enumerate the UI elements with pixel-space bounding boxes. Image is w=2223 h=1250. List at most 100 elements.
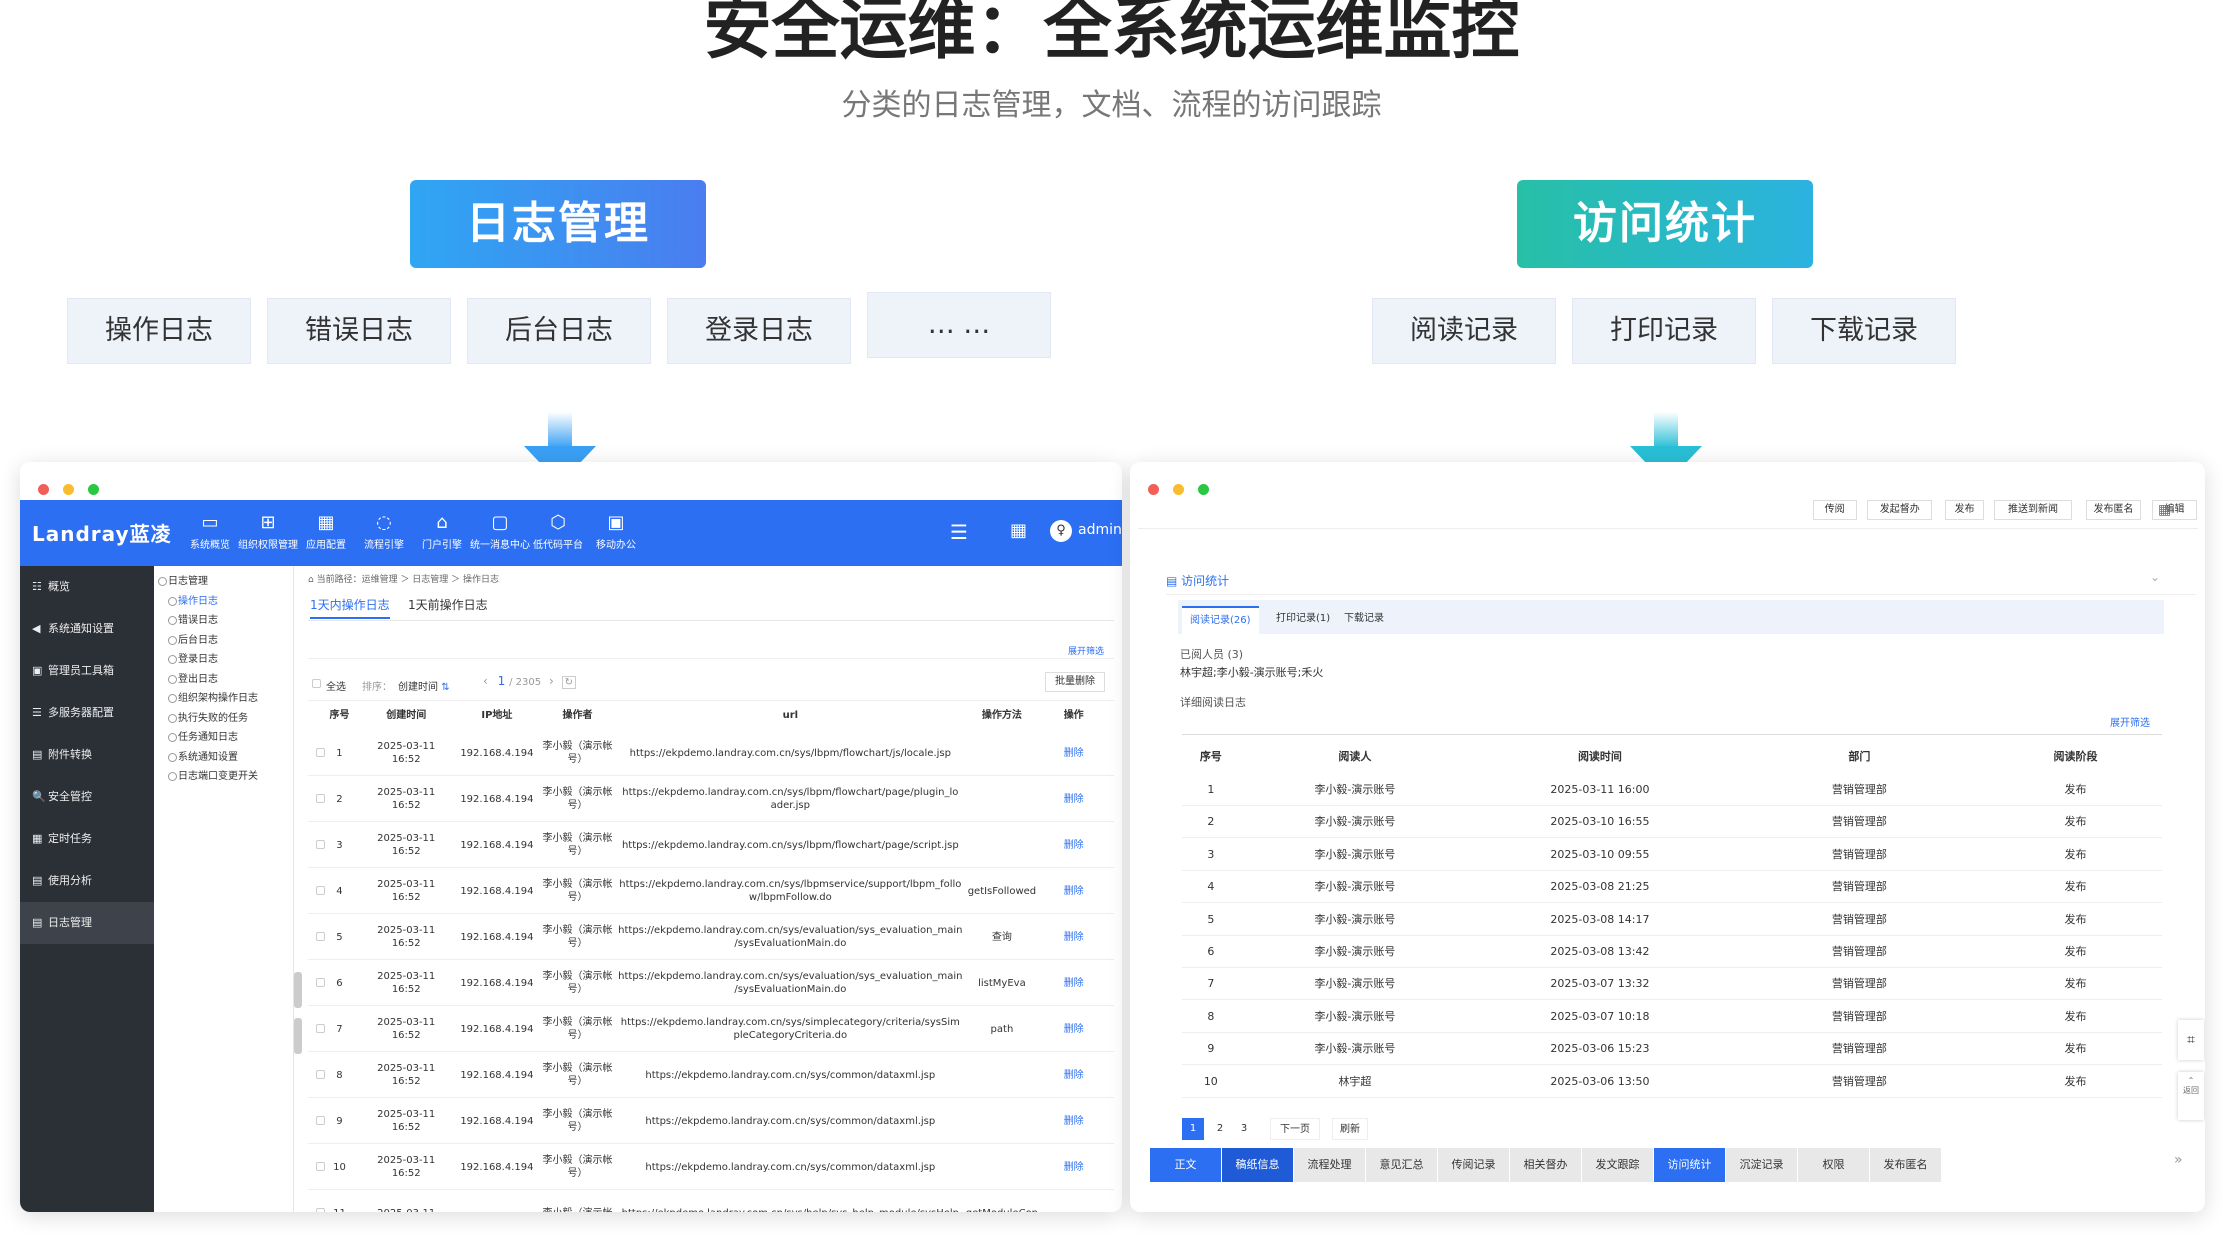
expand-filter-link[interactable]: 展开筛选 — [1068, 644, 1104, 657]
bottom-tab[interactable]: 权限 — [1798, 1148, 1870, 1182]
tree-node[interactable]: 组织架构操作日志 — [154, 689, 293, 709]
delete-link[interactable]: 删除 — [1049, 822, 1099, 868]
bottom-tab[interactable]: 沉淀记录 — [1726, 1148, 1798, 1182]
home-icon[interactable]: ⌂ — [308, 575, 317, 585]
tab-1day[interactable]: 1天内操作日志 — [310, 596, 390, 619]
tree-node-label: 登出日志 — [178, 673, 218, 685]
collapse-handle[interactable] — [294, 972, 302, 1008]
delete-link[interactable]: 删除 — [1049, 1006, 1099, 1052]
next-page-icon[interactable]: › — [549, 674, 554, 688]
tree-node[interactable]: 错误日志 — [154, 611, 293, 631]
select-all-checkbox[interactable] — [312, 679, 321, 688]
tree-node[interactable]: 操作日志 — [154, 592, 293, 612]
sidebar-item[interactable]: ▤ 附件转换 — [20, 734, 154, 776]
refresh-icon[interactable]: ↻ — [561, 676, 576, 689]
row-checkbox[interactable] — [316, 886, 325, 895]
tree-node[interactable]: 任务通知日志 — [154, 728, 293, 748]
row-checkbox[interactable] — [316, 978, 325, 987]
bottom-tab[interactable]: 发文跟踪 — [1582, 1148, 1654, 1182]
toolbar-button[interactable]: 发布 — [1945, 500, 1985, 520]
row-checkbox[interactable] — [316, 1208, 325, 1212]
row-checkbox[interactable] — [316, 840, 325, 849]
sidebar-item[interactable]: ▤ 使用分析 — [20, 860, 154, 902]
maximize-dot-icon[interactable] — [88, 484, 99, 495]
toolbar-button[interactable]: 传阅 — [1812, 500, 1857, 520]
username[interactable]: admin — [1078, 522, 1122, 538]
delete-link[interactable]: 删除 — [1049, 1144, 1099, 1190]
toolbar-button[interactable]: 发起督办 — [1867, 500, 1933, 520]
sidebar-item[interactable]: ☰ 多服务器配置 — [20, 692, 154, 734]
menu-icon[interactable]: ☰ — [950, 520, 968, 544]
pager-button[interactable]: 下一页 — [1270, 1118, 1320, 1140]
bottom-tab[interactable]: 相关督办 — [1510, 1148, 1582, 1182]
row-checkbox[interactable] — [316, 748, 325, 757]
pager-button[interactable]: 1 — [1182, 1118, 1204, 1140]
bottom-tab[interactable]: 正文 — [1150, 1148, 1222, 1182]
tree-node[interactable]: 登出日志 — [154, 670, 293, 690]
tree-node[interactable]: 后台日志 — [154, 631, 293, 651]
chevron-down-icon[interactable]: ⌄ — [2150, 570, 2160, 584]
pager-button[interactable]: 2 — [1210, 1118, 1230, 1140]
sort-field[interactable]: 创建时间 ⇅ — [398, 678, 450, 693]
delete-link[interactable]: 删除 — [1049, 1098, 1099, 1144]
pager-button[interactable]: 3 — [1234, 1118, 1254, 1140]
qrcode-icon[interactable]: ⌗ — [2178, 1020, 2204, 1060]
close-dot-icon[interactable] — [1148, 484, 1159, 495]
bottom-tab[interactable]: 意见汇总 — [1366, 1148, 1438, 1182]
sidebar-item[interactable]: ▤ 日志管理 — [20, 902, 154, 944]
bottom-tab[interactable]: 传阅记录 — [1438, 1148, 1510, 1182]
tree-node[interactable]: 日志端口变更开关 — [154, 767, 293, 787]
maximize-dot-icon[interactable] — [1198, 484, 1209, 495]
expand-filter-link[interactable]: 展开筛选 — [2110, 714, 2150, 729]
ip-address: 192.168.4.194 — [459, 1144, 535, 1190]
delete-link[interactable]: 删除 — [1049, 868, 1099, 914]
page-current[interactable]: 1 — [498, 674, 506, 688]
close-dot-icon[interactable] — [38, 484, 49, 495]
row-checkbox[interactable] — [316, 794, 325, 803]
row-checkbox[interactable] — [316, 1162, 325, 1171]
sidebar-item[interactable]: ▦ 定时任务 — [20, 818, 154, 860]
tree-node-label: 错误日志 — [178, 615, 218, 626]
tree-node[interactable]: 执行失败的任务 — [154, 709, 293, 729]
sidebar-item[interactable]: ▣ 管理员工具箱 — [20, 650, 154, 692]
row-checkbox[interactable] — [316, 1070, 325, 1079]
tree-node[interactable]: 登录日志 — [154, 650, 293, 670]
nav-item[interactable]: ▣ 移动办公 — [576, 510, 656, 551]
tab-read-records[interactable]: 阅读记录(26) — [1182, 606, 1259, 634]
bottom-tab[interactable]: 发布匿名 — [1870, 1148, 1942, 1182]
tree-node[interactable]: 系统通知设置 — [154, 748, 293, 768]
batch-delete-button[interactable]: 批量删除 — [1045, 672, 1105, 692]
toolbar-button[interactable]: 发布匿名 — [2086, 500, 2141, 520]
row-checkbox[interactable] — [316, 1024, 325, 1033]
row-checkbox[interactable] — [316, 932, 325, 941]
bottom-tab[interactable]: 稿纸信息 — [1222, 1148, 1294, 1182]
avatar[interactable]: ♀ — [1050, 520, 1072, 542]
bottom-tab[interactable]: 流程处理 — [1294, 1148, 1366, 1182]
grid-view-icon[interactable]: ▦ — [2158, 502, 2174, 518]
apps-grid-icon[interactable]: ▦ — [1010, 520, 1027, 541]
pager-button[interactable]: 刷新 — [1332, 1118, 1368, 1140]
delete-link[interactable]: 删除 — [1049, 776, 1099, 822]
delete-link[interactable] — [1049, 1190, 1099, 1212]
minimize-dot-icon[interactable] — [63, 484, 74, 495]
radio-icon — [168, 674, 177, 684]
sidebar-item[interactable]: ◀ 系统通知设置 — [20, 608, 154, 650]
sidebar-item[interactable]: 🔍 安全管控 — [20, 776, 154, 818]
tree-root[interactable]: 日志管理 — [154, 572, 293, 592]
tab-download-records[interactable]: 下载记录 — [1338, 606, 1390, 634]
prev-page-icon[interactable]: ‹ — [483, 674, 488, 688]
delete-link[interactable]: 删除 — [1049, 960, 1099, 1006]
row-checkbox[interactable] — [316, 1116, 325, 1125]
sidebar-item[interactable]: ☷ 概览 — [20, 566, 154, 608]
bottom-tab[interactable]: 访问统计 — [1654, 1148, 1726, 1182]
delete-link[interactable]: 删除 — [1049, 730, 1099, 776]
tab-print-records[interactable]: 打印记录(1) — [1270, 606, 1336, 634]
delete-link[interactable]: 删除 — [1049, 914, 1099, 960]
tab-before-1day[interactable]: 1天前操作日志 — [408, 596, 488, 613]
delete-link[interactable]: 删除 — [1049, 1052, 1099, 1098]
collapse-handle[interactable] — [294, 1018, 302, 1054]
back-tool[interactable]: ⌃ 返回 — [2178, 1072, 2204, 1120]
toolbar-button[interactable]: 推送到新闻 — [1994, 500, 2072, 520]
double-chevron-icon[interactable]: » — [2174, 1152, 2183, 1168]
minimize-dot-icon[interactable] — [1173, 484, 1184, 495]
